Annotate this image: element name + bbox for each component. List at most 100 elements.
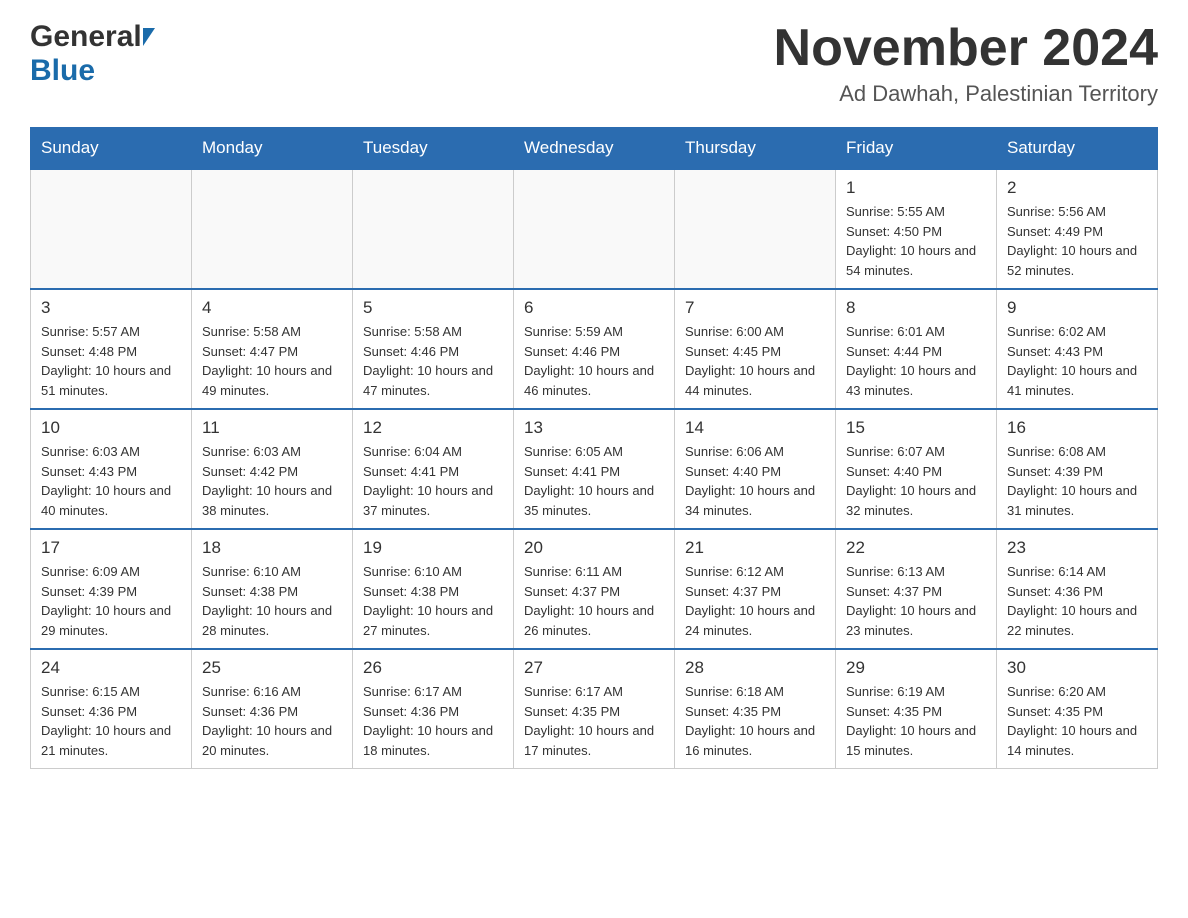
week-row-3: 10 Sunrise: 6:03 AMSunset: 4:43 PMDayligh… [31,409,1158,529]
day-number: 26 [363,658,503,678]
day-info: Sunrise: 6:03 AMSunset: 4:42 PMDaylight:… [202,442,342,520]
day-info: Sunrise: 6:11 AMSunset: 4:37 PMDaylight:… [524,562,664,640]
calendar-cell: 19 Sunrise: 6:10 AMSunset: 4:38 PMDayligh… [353,529,514,649]
day-number: 13 [524,418,664,438]
week-row-5: 24 Sunrise: 6:15 AMSunset: 4:36 PMDayligh… [31,649,1158,769]
day-number: 9 [1007,298,1147,318]
calendar-cell: 26 Sunrise: 6:17 AMSunset: 4:36 PMDayligh… [353,649,514,769]
day-info: Sunrise: 6:12 AMSunset: 4:37 PMDaylight:… [685,562,825,640]
calendar-cell: 6 Sunrise: 5:59 AMSunset: 4:46 PMDaylight… [514,289,675,409]
day-info: Sunrise: 6:17 AMSunset: 4:36 PMDaylight:… [363,682,503,760]
day-number: 3 [41,298,181,318]
day-number: 20 [524,538,664,558]
week-row-1: 1Sunrise: 5:55 AMSunset: 4:50 PMDaylight… [31,169,1158,289]
calendar-cell: 3 Sunrise: 5:57 AMSunset: 4:48 PMDaylight… [31,289,192,409]
calendar-cell: 27 Sunrise: 6:17 AMSunset: 4:35 PMDayligh… [514,649,675,769]
day-number: 16 [1007,418,1147,438]
day-number: 27 [524,658,664,678]
day-info: Sunrise: 6:04 AMSunset: 4:41 PMDaylight:… [363,442,503,520]
month-title: November 2024 [774,20,1158,77]
day-number: 25 [202,658,342,678]
day-number: 24 [41,658,181,678]
page-header: General Blue November 2024 Ad Dawhah, Pa… [30,20,1158,107]
location-subtitle: Ad Dawhah, Palestinian Territory [774,81,1158,107]
day-number: 2 [1007,178,1147,198]
calendar-cell: 15Sunrise: 6:07 AMSunset: 4:40 PMDayligh… [836,409,997,529]
calendar-cell: 28Sunrise: 6:18 AMSunset: 4:35 PMDayligh… [675,649,836,769]
day-info: Sunrise: 6:13 AMSunset: 4:37 PMDaylight:… [846,562,986,640]
day-info: Sunrise: 6:02 AMSunset: 4:43 PMDaylight:… [1007,322,1147,400]
day-info: Sunrise: 5:56 AMSunset: 4:49 PMDaylight:… [1007,202,1147,280]
calendar-cell [675,169,836,289]
day-number: 10 [41,418,181,438]
day-info: Sunrise: 6:18 AMSunset: 4:35 PMDaylight:… [685,682,825,760]
calendar-cell: 29Sunrise: 6:19 AMSunset: 4:35 PMDayligh… [836,649,997,769]
day-info: Sunrise: 6:05 AMSunset: 4:41 PMDaylight:… [524,442,664,520]
calendar-cell: 5 Sunrise: 5:58 AMSunset: 4:46 PMDaylight… [353,289,514,409]
weekday-header-monday: Monday [192,128,353,170]
day-number: 18 [202,538,342,558]
calendar-cell: 16 Sunrise: 6:08 AMSunset: 4:39 PMDayligh… [997,409,1158,529]
day-info: Sunrise: 6:03 AMSunset: 4:43 PMDaylight:… [41,442,181,520]
day-info: Sunrise: 6:08 AMSunset: 4:39 PMDaylight:… [1007,442,1147,520]
logo-general-text: General [30,20,142,54]
day-info: Sunrise: 5:58 AMSunset: 4:46 PMDaylight:… [363,322,503,400]
day-number: 6 [524,298,664,318]
calendar-cell: 18 Sunrise: 6:10 AMSunset: 4:38 PMDayligh… [192,529,353,649]
day-info: Sunrise: 6:10 AMSunset: 4:38 PMDaylight:… [363,562,503,640]
weekday-header-row: SundayMondayTuesdayWednesdayThursdayFrid… [31,128,1158,170]
day-number: 11 [202,418,342,438]
day-info: Sunrise: 5:55 AMSunset: 4:50 PMDaylight:… [846,202,986,280]
day-info: Sunrise: 5:57 AMSunset: 4:48 PMDaylight:… [41,322,181,400]
weekday-header-friday: Friday [836,128,997,170]
weekday-header-thursday: Thursday [675,128,836,170]
day-info: Sunrise: 6:20 AMSunset: 4:35 PMDaylight:… [1007,682,1147,760]
day-info: Sunrise: 6:19 AMSunset: 4:35 PMDaylight:… [846,682,986,760]
day-info: Sunrise: 6:06 AMSunset: 4:40 PMDaylight:… [685,442,825,520]
day-number: 12 [363,418,503,438]
day-info: Sunrise: 5:59 AMSunset: 4:46 PMDaylight:… [524,322,664,400]
calendar-cell [31,169,192,289]
calendar-cell: 14Sunrise: 6:06 AMSunset: 4:40 PMDayligh… [675,409,836,529]
week-row-2: 3 Sunrise: 5:57 AMSunset: 4:48 PMDaylight… [31,289,1158,409]
calendar-cell: 25 Sunrise: 6:16 AMSunset: 4:36 PMDayligh… [192,649,353,769]
logo-arrow-icon [143,28,155,46]
calendar-cell [192,169,353,289]
day-number: 23 [1007,538,1147,558]
day-number: 19 [363,538,503,558]
day-info: Sunrise: 6:17 AMSunset: 4:35 PMDaylight:… [524,682,664,760]
calendar-cell: 24 Sunrise: 6:15 AMSunset: 4:36 PMDayligh… [31,649,192,769]
day-info: Sunrise: 6:01 AMSunset: 4:44 PMDaylight:… [846,322,986,400]
calendar-cell: 13 Sunrise: 6:05 AMSunset: 4:41 PMDayligh… [514,409,675,529]
calendar-cell: 4 Sunrise: 5:58 AMSunset: 4:47 PMDaylight… [192,289,353,409]
calendar-cell: 2 Sunrise: 5:56 AMSunset: 4:49 PMDaylight… [997,169,1158,289]
calendar-cell: 10 Sunrise: 6:03 AMSunset: 4:43 PMDayligh… [31,409,192,529]
day-info: Sunrise: 5:58 AMSunset: 4:47 PMDaylight:… [202,322,342,400]
day-info: Sunrise: 6:14 AMSunset: 4:36 PMDaylight:… [1007,562,1147,640]
calendar-cell: 9 Sunrise: 6:02 AMSunset: 4:43 PMDaylight… [997,289,1158,409]
calendar-cell: 8 Sunrise: 6:01 AMSunset: 4:44 PMDaylight… [836,289,997,409]
calendar-cell: 1Sunrise: 5:55 AMSunset: 4:50 PMDaylight… [836,169,997,289]
calendar-cell [353,169,514,289]
calendar-cell: 30 Sunrise: 6:20 AMSunset: 4:35 PMDayligh… [997,649,1158,769]
day-info: Sunrise: 6:09 AMSunset: 4:39 PMDaylight:… [41,562,181,640]
calendar-cell: 22Sunrise: 6:13 AMSunset: 4:37 PMDayligh… [836,529,997,649]
day-info: Sunrise: 6:00 AMSunset: 4:45 PMDaylight:… [685,322,825,400]
day-info: Sunrise: 6:16 AMSunset: 4:36 PMDaylight:… [202,682,342,760]
day-number: 17 [41,538,181,558]
calendar-cell: 17 Sunrise: 6:09 AMSunset: 4:39 PMDayligh… [31,529,192,649]
day-info: Sunrise: 6:15 AMSunset: 4:36 PMDaylight:… [41,682,181,760]
calendar-cell: 12 Sunrise: 6:04 AMSunset: 4:41 PMDayligh… [353,409,514,529]
day-info: Sunrise: 6:07 AMSunset: 4:40 PMDaylight:… [846,442,986,520]
title-area: November 2024 Ad Dawhah, Palestinian Ter… [774,20,1158,107]
calendar-cell: 11 Sunrise: 6:03 AMSunset: 4:42 PMDayligh… [192,409,353,529]
weekday-header-tuesday: Tuesday [353,128,514,170]
weekday-header-sunday: Sunday [31,128,192,170]
day-info: Sunrise: 6:10 AMSunset: 4:38 PMDaylight:… [202,562,342,640]
day-number: 8 [846,298,986,318]
day-number: 7 [685,298,825,318]
day-number: 5 [363,298,503,318]
day-number: 4 [202,298,342,318]
day-number: 30 [1007,658,1147,678]
day-number: 21 [685,538,825,558]
